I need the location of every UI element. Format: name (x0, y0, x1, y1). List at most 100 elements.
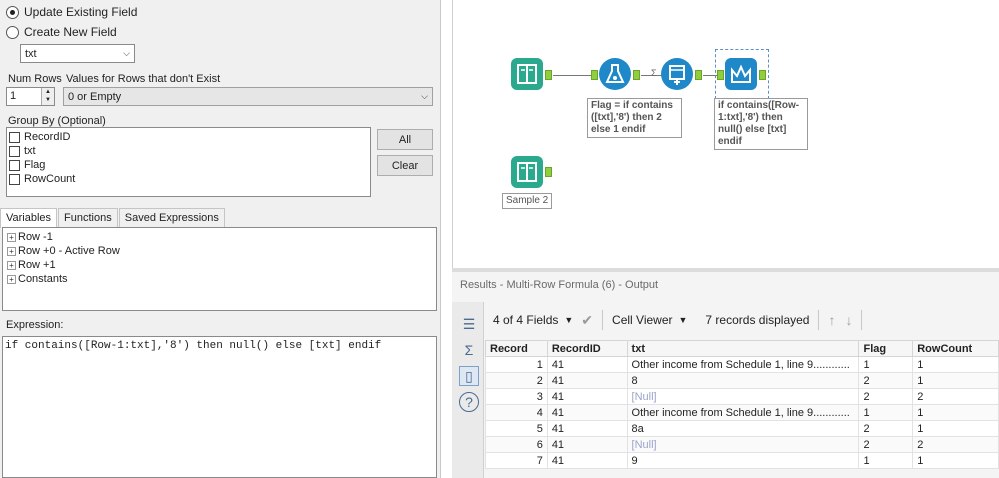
nonexist-select[interactable]: 0 or Empty ⌵ (63, 87, 433, 106)
tab-saved-expressions[interactable]: Saved Expressions (118, 208, 225, 228)
table-cell[interactable]: 1 (485, 356, 548, 373)
table-cell[interactable]: 1 (858, 356, 914, 373)
column-header-txt[interactable]: txt (626, 340, 860, 357)
tree-item-row-plus-1[interactable]: + Row +1 (3, 258, 436, 272)
table-cell[interactable]: 2 (912, 436, 999, 453)
checkbox-icon[interactable] (9, 159, 20, 171)
checkbox-icon[interactable] (9, 145, 20, 157)
output-anchor[interactable] (695, 70, 702, 80)
data-view-icon[interactable]: ▯ (459, 366, 479, 386)
column-header-recordid[interactable]: RecordID (546, 340, 628, 357)
num-rows-stepper[interactable]: 1 ▲ ▼ (6, 87, 55, 106)
output-anchor[interactable] (759, 70, 766, 80)
table-cell[interactable]: 1 (912, 420, 999, 437)
table-cell[interactable]: 9 (626, 452, 860, 469)
table-cell[interactable]: 8 (626, 372, 860, 389)
output-anchor[interactable] (545, 70, 552, 80)
table-cell[interactable]: 2 (485, 372, 548, 389)
column-header-record[interactable]: Record (485, 340, 548, 357)
stepper-up-icon[interactable]: ▲ (42, 88, 54, 96)
table-cell[interactable]: 1 (912, 372, 999, 389)
chevron-down-icon: ⌵ (123, 48, 130, 58)
table-cell[interactable]: 41 (546, 356, 628, 373)
workflow-canvas[interactable]: Σ Flag = if contains ([txt],'8') then 2 … (452, 0, 999, 268)
tab-functions[interactable]: Functions (58, 208, 118, 228)
multi-row-formula-tool[interactable] (725, 58, 757, 90)
table-cell[interactable]: 4 (485, 404, 548, 421)
radio-update-existing[interactable]: Update Existing Field (6, 5, 137, 19)
expand-icon[interactable]: + (7, 260, 16, 270)
checkbox-icon[interactable] (9, 131, 20, 143)
table-cell[interactable]: 2 (858, 420, 914, 437)
fields-dropdown[interactable]: 4 of 4 Fields ▼ ✔ (484, 312, 602, 329)
formula-tool[interactable] (599, 58, 631, 90)
table-cell[interactable]: 1 (858, 452, 914, 469)
tab-variables[interactable]: Variables (0, 208, 58, 228)
input-anchor[interactable] (717, 70, 724, 80)
expand-icon[interactable]: + (7, 232, 16, 242)
expand-icon[interactable]: + (7, 274, 16, 284)
table-cell[interactable]: Other income from Schedule 1, line 9....… (626, 356, 860, 373)
group-by-item[interactable]: Flag (7, 158, 370, 172)
tree-item-constants[interactable]: + Constants (3, 272, 436, 286)
table-cell[interactable]: 41 (546, 452, 628, 469)
cell-viewer-dropdown[interactable]: Cell Viewer ▼ (603, 313, 696, 327)
table-row[interactable]: 1 41 Other income from Schedule 1, line 9.… (485, 356, 999, 373)
table-row[interactable]: 3 41 [Null] 2 2 (485, 388, 999, 405)
table-cell[interactable]: 41 (546, 372, 628, 389)
table-cell[interactable]: 2 (858, 436, 914, 453)
tree-item-row-minus-1[interactable]: + Row -1 (3, 230, 436, 244)
checkmark-icon[interactable]: ✔ (581, 312, 593, 329)
expand-icon[interactable]: + (7, 246, 16, 256)
table-cell[interactable]: 1 (912, 452, 999, 469)
table-cell[interactable]: 2 (858, 388, 914, 405)
tree-item-row-active[interactable]: + Row +0 - Active Row (3, 244, 436, 258)
group-by-item[interactable]: RecordID (7, 130, 370, 144)
arrow-up-icon[interactable]: ↑ (828, 312, 835, 328)
field-select[interactable]: txt ⌵ (20, 44, 135, 63)
table-cell[interactable]: 2 (858, 372, 914, 389)
table-cell[interactable]: [Null] (626, 388, 860, 405)
expression-editor[interactable]: if contains([Row-1:txt],'8') then null()… (2, 336, 437, 478)
output-anchor[interactable] (633, 70, 640, 80)
table-row[interactable]: 6 41 [Null] 2 2 (485, 436, 999, 453)
metadata-icon[interactable]: Σ (459, 340, 479, 360)
table-cell[interactable]: [Null] (626, 436, 860, 453)
table-cell[interactable]: 41 (546, 404, 628, 421)
table-cell[interactable]: 41 (546, 388, 628, 405)
input-data-tool[interactable] (511, 58, 543, 90)
arrow-down-icon[interactable]: ↓ (845, 312, 852, 328)
clear-button[interactable]: Clear (377, 155, 433, 176)
column-header-rowcount[interactable]: RowCount (912, 340, 999, 357)
input-anchor[interactable] (591, 70, 598, 80)
table-cell[interactable]: 2 (912, 388, 999, 405)
group-by-item[interactable]: txt (7, 144, 370, 158)
table-row[interactable]: 7 41 9 1 1 (485, 452, 999, 469)
radio-create-new[interactable]: Create New Field (6, 25, 117, 39)
table-cell[interactable]: 1 (912, 404, 999, 421)
table-cell[interactable]: 1 (858, 404, 914, 421)
output-anchor[interactable] (545, 167, 552, 177)
summarize-tool[interactable] (661, 58, 693, 90)
table-cell[interactable]: 7 (485, 452, 548, 469)
table-cell[interactable]: 41 (546, 420, 628, 437)
stepper-arrows[interactable]: ▲ ▼ (41, 88, 54, 105)
table-cell[interactable]: 6 (485, 436, 548, 453)
table-cell[interactable]: 3 (485, 388, 548, 405)
table-row[interactable]: 5 41 8a 2 1 (485, 420, 999, 437)
input-data-tool-2[interactable] (511, 156, 543, 188)
column-header-flag[interactable]: Flag (858, 340, 914, 357)
table-cell[interactable]: 1 (912, 356, 999, 373)
table-row[interactable]: 2 41 8 2 1 (485, 372, 999, 389)
table-cell[interactable]: 41 (546, 436, 628, 453)
checkbox-icon[interactable] (9, 173, 20, 185)
table-row[interactable]: 4 41 Other income from Schedule 1, line 9.… (485, 404, 999, 421)
group-by-item[interactable]: RowCount (7, 172, 370, 186)
table-cell[interactable]: 8a (626, 420, 860, 437)
help-icon[interactable]: ? (459, 392, 479, 412)
stepper-down-icon[interactable]: ▼ (42, 96, 54, 104)
all-button[interactable]: All (377, 129, 433, 150)
table-view-icon[interactable]: ☰ (459, 314, 479, 334)
table-cell[interactable]: 5 (485, 420, 548, 437)
table-cell[interactable]: Other income from Schedule 1, line 9....… (626, 404, 860, 421)
